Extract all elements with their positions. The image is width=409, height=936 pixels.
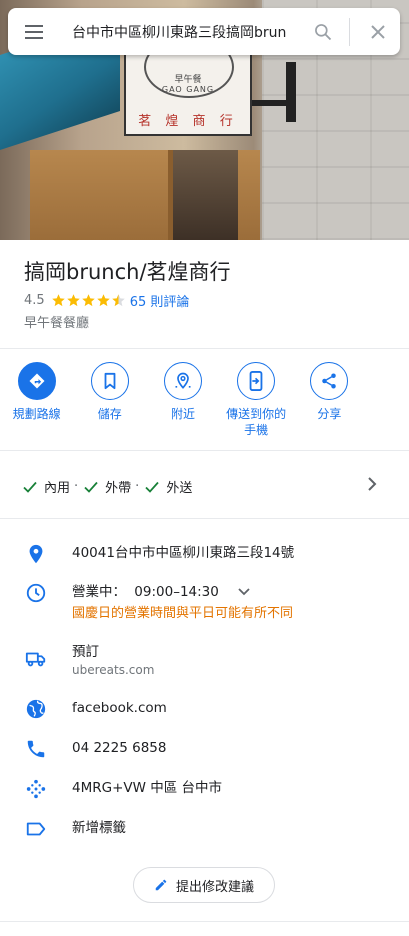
separator: · — [135, 479, 140, 494]
phone-row[interactable]: 04 2225 6858 — [0, 738, 409, 760]
delivery-truck-icon — [25, 652, 46, 667]
half-star-icon — [111, 294, 125, 307]
place-title: 搞岡brunch/茗煌商行 — [24, 260, 231, 284]
share-icon — [310, 362, 349, 400]
send-to-phone-label-line1: 傳送到你的 — [226, 407, 287, 421]
suggest-edit-button[interactable]: 提出修改建議 — [133, 867, 275, 903]
search-icon[interactable] — [303, 8, 343, 55]
rating-value: 4.5 — [24, 293, 45, 308]
nearby-icon — [163, 362, 202, 400]
reviews-link[interactable]: 65 則評論 — [130, 291, 190, 310]
divider — [0, 450, 409, 451]
action-bar: 規劃路線 儲存 附近 傳送到你的手機 分享 — [0, 362, 409, 438]
plus-code-icon — [26, 779, 46, 799]
star-icon — [66, 294, 80, 307]
plus-code-row[interactable]: 4MRG+VW 中區 台中市 — [0, 778, 409, 800]
hours-warning: 國慶日的營業時間與平日可能有所不同 — [72, 606, 294, 621]
shop-window — [168, 150, 238, 240]
rating-row: 4.5 65 則評論 — [24, 291, 189, 310]
star-icon — [96, 294, 110, 307]
save-label: 儲存 — [97, 407, 122, 421]
star-icon — [81, 294, 95, 307]
sign-text-shopname: 茗 煌 商 行 — [138, 114, 238, 129]
delivery-label: 外送 — [166, 481, 193, 496]
nearby-button[interactable]: 附近 — [146, 362, 219, 438]
website-link: facebook.com — [72, 700, 167, 716]
separator: · — [74, 479, 79, 494]
chevron-right-icon[interactable] — [364, 475, 380, 493]
clock-icon — [26, 583, 46, 603]
menu-icon[interactable] — [8, 8, 60, 55]
check-icon — [23, 481, 37, 493]
directions-label: 規劃路線 — [12, 407, 61, 421]
close-icon[interactable] — [356, 8, 400, 55]
suggest-edit-label: 提出修改建議 — [175, 879, 254, 895]
address-row[interactable]: 40041台中市中區柳川東路三段14號 — [0, 543, 409, 565]
label-icon — [26, 822, 46, 836]
bookmark-icon — [90, 362, 129, 400]
divider — [0, 921, 409, 922]
chevron-down-icon[interactable] — [237, 587, 251, 597]
send-to-phone-icon — [237, 362, 276, 400]
check-icon — [84, 481, 98, 493]
pencil-icon — [155, 879, 167, 891]
order-row[interactable]: 預訂 ubereats.com — [0, 642, 409, 678]
takeout-label: 外帶 — [105, 481, 132, 496]
phone-icon — [27, 740, 45, 758]
sign-post — [286, 62, 296, 122]
address-text: 40041台中市中區柳川東路三段14號 — [72, 545, 295, 561]
dine-in-label: 內用 — [44, 481, 71, 496]
plus-code-text: 4MRG+VW 中區 台中市 — [72, 780, 223, 796]
search-divider — [349, 17, 350, 46]
phone-number: 04 2225 6858 — [72, 740, 167, 756]
directions-icon — [17, 362, 56, 400]
star-icon — [51, 294, 65, 307]
hours-value: 09:00–14:30 — [134, 584, 219, 600]
divider — [0, 518, 409, 519]
share-label: 分享 — [317, 407, 342, 421]
location-pin-icon — [29, 544, 43, 564]
globe-icon — [26, 699, 46, 719]
add-label-text: 新增標籤 — [72, 820, 126, 836]
order-label: 預訂 — [72, 644, 99, 660]
sign-text-gaogang: GAO GANG — [161, 85, 215, 94]
hours-row[interactable]: 營業中： 09:00–14:30 國慶日的營業時間與平日可能有所不同 — [0, 582, 409, 624]
search-input[interactable]: 台中市中區柳川東路三段搞岡brun — [60, 22, 303, 42]
check-icon — [145, 481, 159, 493]
nearby-label: 附近 — [170, 407, 195, 421]
send-to-phone-button[interactable]: 傳送到你的 手機 — [220, 362, 293, 438]
share-button[interactable]: 分享 — [293, 362, 366, 438]
place-category[interactable]: 早午餐餐廳 — [24, 312, 89, 331]
service-options[interactable]: 內用 · 外帶 · 外送 — [22, 477, 192, 496]
directions-button[interactable]: 規劃路線 — [0, 362, 73, 438]
send-to-phone-label-line2: 手機 — [244, 423, 269, 437]
divider — [0, 348, 409, 349]
save-button[interactable]: 儲存 — [73, 362, 146, 438]
star-rating — [51, 293, 126, 308]
order-site: ubereats.com — [72, 663, 155, 677]
hours-status: 營業中： — [72, 584, 126, 600]
send-to-phone-label: 傳送到你的 手機 — [226, 406, 286, 438]
search-bar: 台中市中區柳川東路三段搞岡brun — [8, 8, 400, 55]
sign-text-brunch: 早午餐 — [174, 75, 202, 85]
hours-line: 營業中： 09:00–14:30 — [72, 582, 293, 602]
website-row[interactable]: facebook.com — [0, 698, 409, 720]
add-label-row[interactable]: 新增標籤 — [0, 818, 409, 840]
